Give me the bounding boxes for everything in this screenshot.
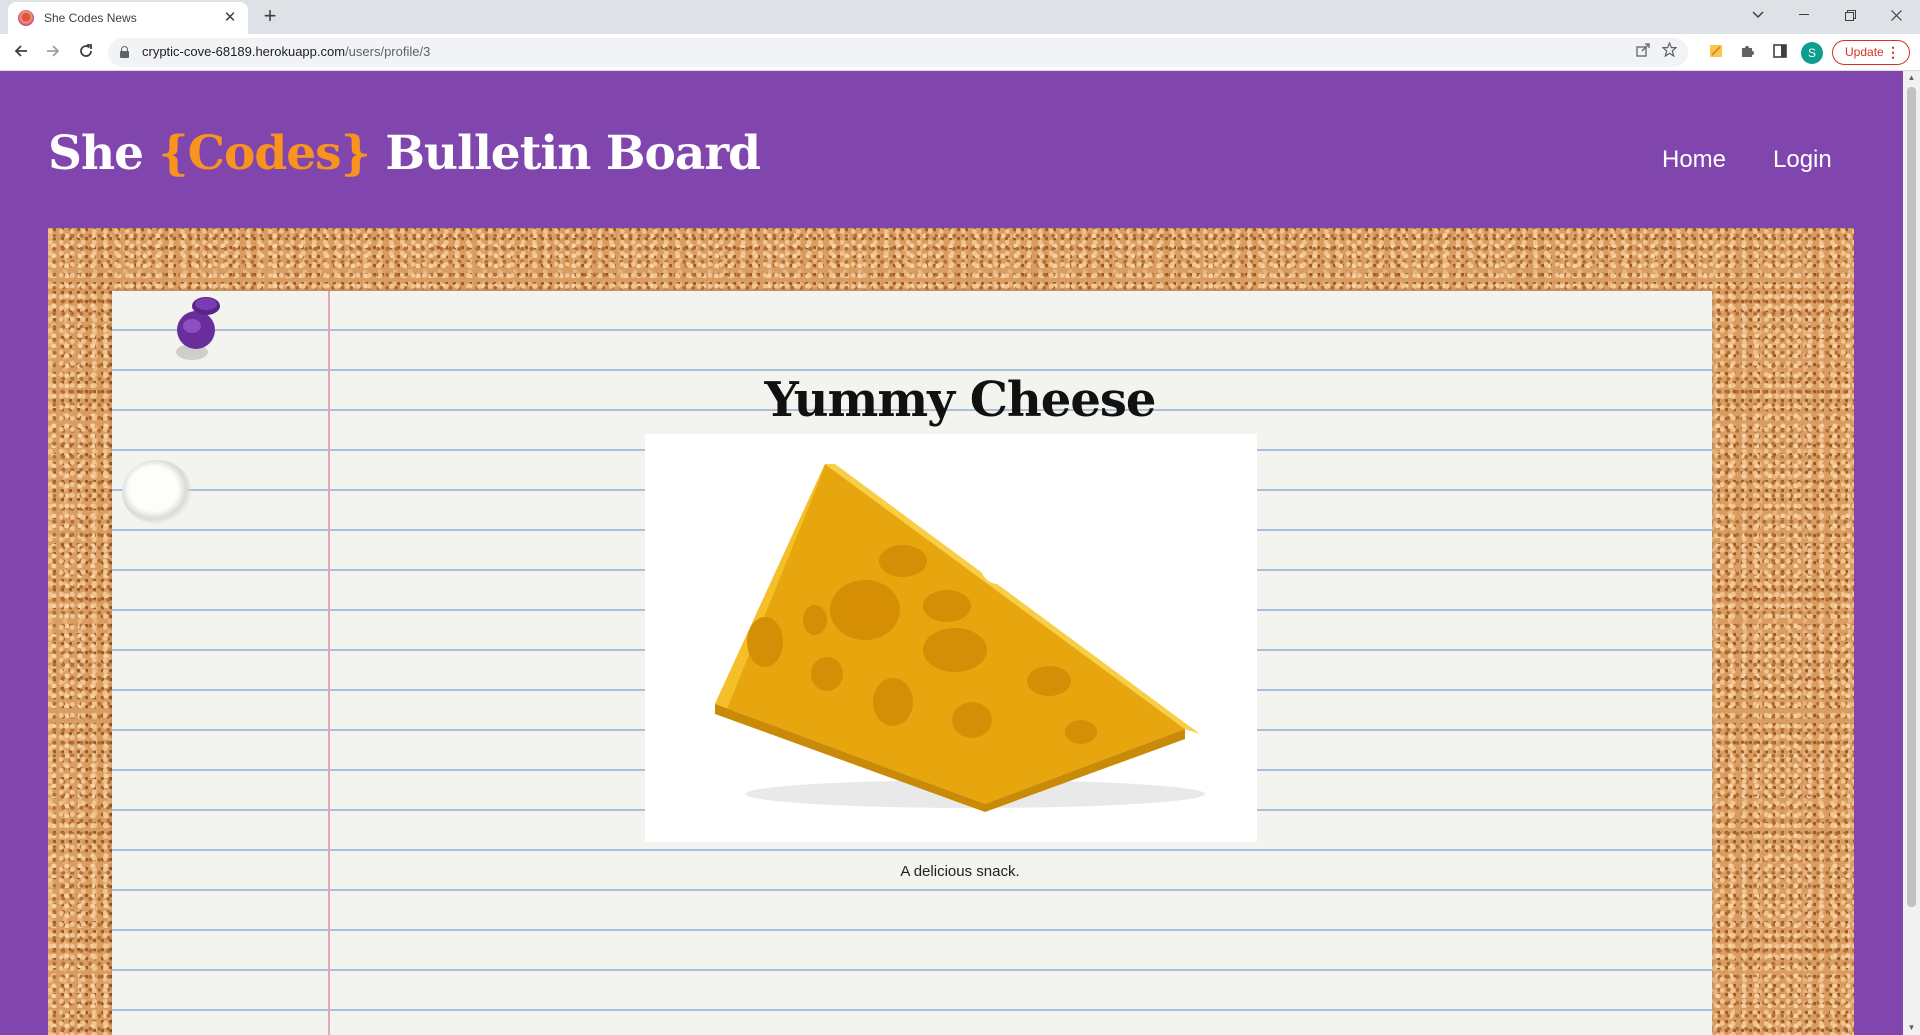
post-caption: A delicious snack. [900, 863, 1020, 880]
extensions-puzzle-icon[interactable] [1737, 43, 1757, 63]
pin-hole-icon [122, 460, 192, 524]
minimize-window-icon[interactable] [1781, 0, 1827, 30]
page-scrollbar[interactable]: ▲ ▼ [1903, 71, 1920, 1035]
nav-login-link[interactable]: Login [1773, 146, 1832, 174]
browser-toolbar: cryptic-cove-68189.herokuapp.com/users/p… [0, 34, 1920, 71]
menu-dots-icon[interactable]: ⋮ [1886, 41, 1900, 64]
scroll-down-arrow-icon[interactable]: ▼ [1903, 1021, 1920, 1035]
pushpin-icon [176, 297, 220, 360]
lock-icon[interactable] [120, 46, 129, 58]
back-arrow-icon[interactable] [9, 41, 33, 65]
extension-notes-icon[interactable] [1706, 43, 1726, 63]
forward-arrow-icon[interactable] [41, 41, 65, 65]
bookmark-star-icon[interactable] [1659, 41, 1679, 62]
cheese-wedge-icon [715, 464, 1205, 812]
tab-search-icon[interactable] [1735, 0, 1781, 30]
site-favicon-icon [18, 10, 34, 26]
browser-tab-bar: She Codes News ✕ + [0, 0, 1920, 34]
side-panel-icon[interactable] [1770, 43, 1790, 63]
update-button[interactable]: Update ⋮ [1832, 40, 1910, 65]
nav-home-link[interactable]: Home [1662, 146, 1726, 174]
post-title: Yummy Cheese [764, 372, 1157, 428]
scroll-up-arrow-icon[interactable]: ▲ [1903, 71, 1920, 85]
new-tab-button[interactable]: + [258, 5, 282, 29]
post-image [645, 434, 1257, 842]
profile-avatar[interactable]: S [1801, 42, 1823, 64]
scrollbar-thumb[interactable] [1907, 87, 1916, 907]
share-icon[interactable] [1633, 42, 1653, 62]
url-text[interactable]: cryptic-cove-68189.herokuapp.com/users/p… [142, 44, 430, 59]
reload-icon[interactable] [74, 41, 98, 65]
browser-tab[interactable]: She Codes News ✕ [8, 2, 248, 34]
site-title[interactable]: She {Codes} Bulletin Board [48, 126, 761, 181]
close-window-icon[interactable] [1873, 0, 1919, 30]
address-bar[interactable]: cryptic-cove-68189.herokuapp.com/users/p… [108, 38, 1688, 67]
restore-window-icon[interactable] [1827, 0, 1873, 30]
tab-title: She Codes News [44, 11, 137, 25]
close-tab-icon[interactable]: ✕ [222, 10, 238, 26]
